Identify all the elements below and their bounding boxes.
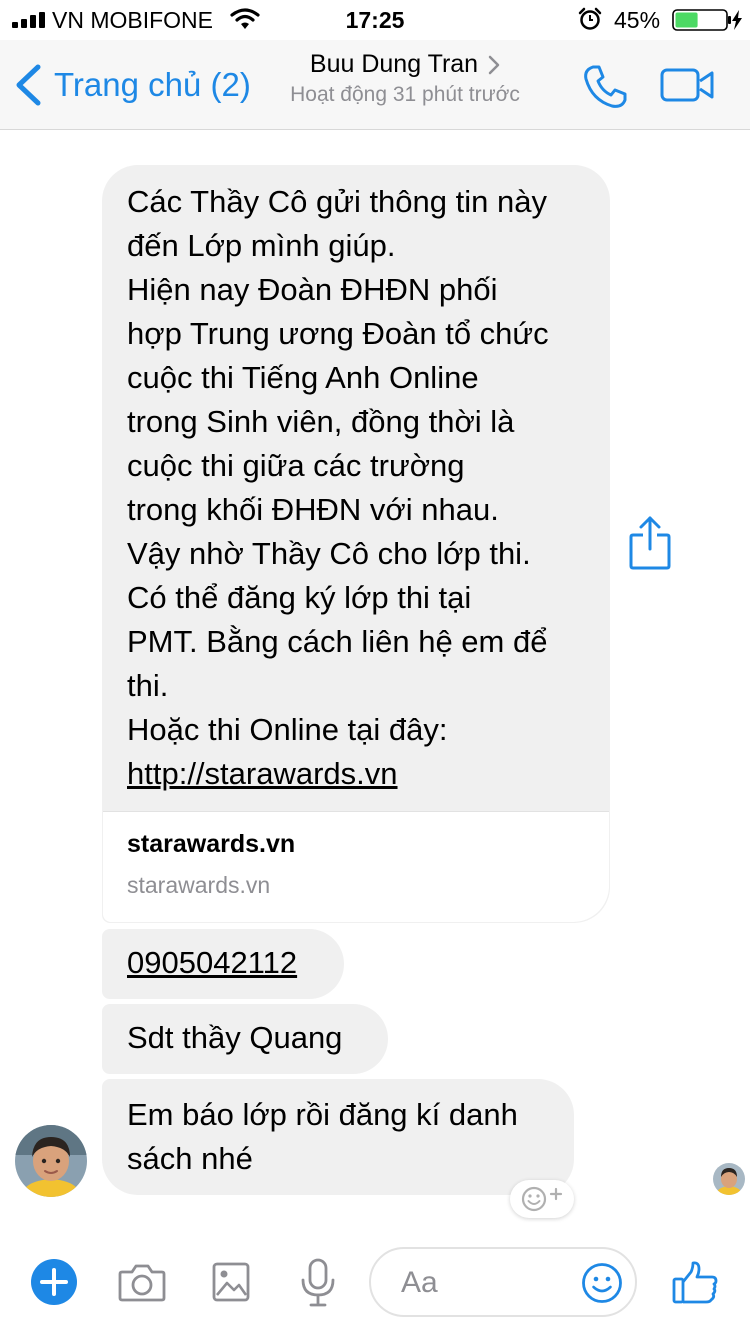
video-camera-icon[interactable] [660,68,714,102]
sender-avatar[interactable] [15,1125,87,1197]
message-line: Hoặc thi Online tại đây: [127,712,448,747]
microphone-icon[interactable] [300,1258,336,1308]
message-line: cuộc thi giữa các trường [127,448,465,483]
share-icon[interactable] [628,515,672,571]
message-line: trong khối ĐHĐN với nhau. [127,492,499,527]
more-actions-button[interactable] [31,1259,77,1305]
contact-info-button[interactable]: Buu Dung Tran Hoạt động 31 phút trước [270,48,540,107]
chevron-right-icon [488,55,500,74]
charging-icon [732,10,742,30]
gallery-icon[interactable] [212,1262,250,1302]
message-bubble-sdt[interactable]: Sdt thầy Quang [102,1004,388,1074]
contact-name-text: Buu Dung Tran [309,50,479,78]
conversation-header: Trang chủ (2) Buu Dung Tran Hoạt động 31… [0,40,750,130]
add-reaction-icon [521,1186,563,1212]
phone-number-link[interactable]: 0905042112 [127,941,297,985]
back-chevron-icon [16,64,41,106]
message-line: cuộc thi Tiếng Anh Online [127,360,479,395]
message-line: thi. [127,668,169,703]
message-line: hợp Trung ương Đoàn tổ chức [127,316,549,351]
message-line: trong Sinh viên, đồng thời là [127,404,515,439]
battery-percent: 45% [614,7,661,33]
link-preview-title: starawards.vn [127,830,296,858]
back-button-label: Trang chủ (2) [54,66,251,103]
contact-active-status: Hoạt động 31 phút trước [290,83,520,106]
back-button[interactable]: Trang chủ (2) [14,60,251,110]
message-link[interactable]: http://starawards.vn [127,756,398,791]
message-line: Các Thầy Cô gửi thông tin này [127,184,547,219]
message-bubble-last[interactable]: Em báo lớp rồi đăng kí danh sách nhé [102,1079,574,1195]
message-input-placeholder: Aa [401,1266,438,1299]
link-preview-domain: starawards.vn [127,872,271,898]
thumbs-up-icon[interactable] [672,1260,718,1304]
message-line: Vậy nhờ Thầy Cô cho lớp thi. [127,536,531,571]
message-line: Có thể đăng ký lớp thi tại [127,580,472,615]
message-composer: Aa [0,1232,750,1334]
message-text: Sdt thầy Quang [127,1020,343,1055]
add-reaction-button[interactable] [510,1180,574,1218]
seen-receipt-avatar [713,1163,745,1195]
phone-icon[interactable] [582,64,628,110]
message-input[interactable]: Aa [369,1247,637,1317]
message-bubble-phone[interactable]: 0905042112 [102,929,344,999]
battery-icon [672,9,731,31]
message-line: PMT. Bằng cách liên hệ em để [127,624,548,659]
alarm-icon [578,7,602,30]
status-bar: VN MOBIFONE 17:25 45% [0,0,750,40]
message-bubble-announcement[interactable]: Các Thầy Cô gửi thông tin này đến Lớp mì… [102,165,610,923]
emoji-icon[interactable] [581,1262,623,1304]
message-line: đến Lớp mình giúp. [127,228,396,263]
message-line: Hiện nay Đoàn ĐHĐN phối [127,272,498,307]
link-preview-card[interactable]: starawards.vn starawards.vn [103,811,609,922]
message-text: Em báo lớp rồi đăng kí danh sách nhé [127,1097,518,1176]
camera-icon[interactable] [118,1262,166,1302]
plus-icon [40,1268,68,1296]
contact-name: Buu Dung Tran [310,50,500,79]
message-text: Các Thầy Cô gửi thông tin này đến Lớp mì… [127,180,597,796]
